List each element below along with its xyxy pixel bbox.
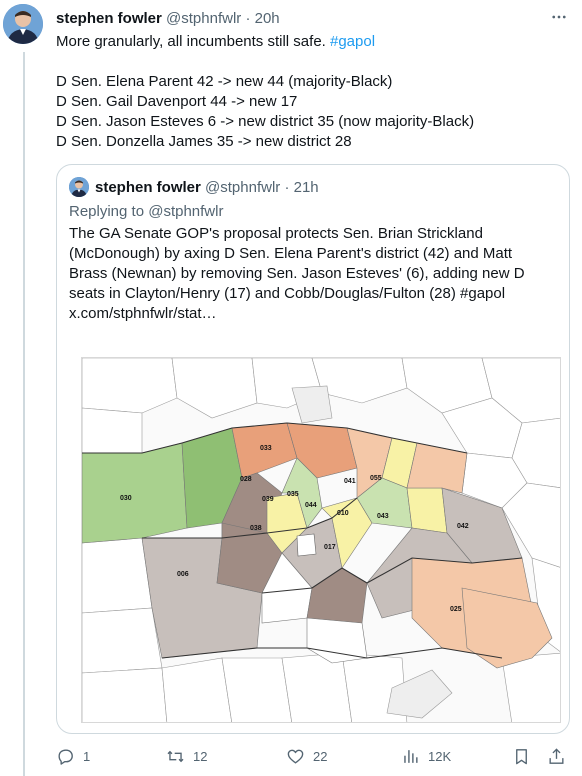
thread-connector-line <box>23 52 25 776</box>
district-label-030: 030 <box>120 495 132 502</box>
quoted-separator-dot: · <box>284 179 290 196</box>
district-label-042: 042 <box>457 523 469 530</box>
bookmark-icon <box>516 748 527 764</box>
more-horizontal-icon <box>552 15 566 19</box>
district-label-035: 035 <box>287 491 299 498</box>
district-label-041: 041 <box>344 478 356 485</box>
more-button[interactable] <box>548 6 570 28</box>
avatar-image <box>3 4 43 44</box>
author-handle[interactable]: @stphnfwlr <box>166 10 241 27</box>
district-label-025: 025 <box>450 606 462 613</box>
heart-icon <box>287 749 304 764</box>
quoted-tweet-card[interactable]: stephen fowler @stphnfwlr · 21h Replying… <box>56 164 570 734</box>
like-button[interactable]: 22 <box>286 744 327 768</box>
district-label-038: 038 <box>250 525 262 532</box>
district-043-area <box>406 487 448 534</box>
district-label-039: 039 <box>262 496 274 503</box>
quoted-author-name[interactable]: stephen fowler <box>95 179 201 196</box>
retweet-count: 12 <box>193 748 208 764</box>
quoted-avatar-image <box>69 177 89 197</box>
views-button[interactable]: 12K <box>401 744 451 768</box>
tweet-action-bar: 1 12 22 12K <box>56 744 570 768</box>
district-label-028: 028 <box>240 476 252 483</box>
reply-button[interactable]: 1 <box>56 744 90 768</box>
quoted-time[interactable]: 21h <box>294 179 319 196</box>
district-030-area <box>82 442 188 544</box>
tweet-time[interactable]: 20h <box>255 10 280 27</box>
quoted-text: The GA Senate GOP's proposal protects Se… <box>69 225 525 322</box>
district-label-006: 006 <box>177 571 189 578</box>
share-icon <box>549 747 564 764</box>
tweet-text-intro: More granularly, all incumbents still sa… <box>56 33 330 50</box>
tweet-text: More granularly, all incumbents still sa… <box>56 32 556 152</box>
retweet-button[interactable]: 12 <box>166 744 207 768</box>
tweet-text-lines: D Sen. Elena Parent 42 -> new 44 (majori… <box>56 73 475 150</box>
separator-dot: · <box>245 10 251 27</box>
district-label-055: 055 <box>370 475 382 482</box>
views-icon <box>404 749 418 763</box>
district-label-044: 044 <box>305 502 317 509</box>
like-count: 22 <box>313 748 328 764</box>
quoted-avatar[interactable] <box>69 177 89 197</box>
bookmark-button[interactable] <box>512 744 531 768</box>
district-map-image[interactable]: 033 028 030 039 035 038 044 041 055 043 010 017 042 0… <box>81 357 561 723</box>
retweet-icon <box>167 750 184 762</box>
district-east-peach-area <box>406 442 468 494</box>
district-label-017: 017 <box>324 544 336 551</box>
district-label-033: 033 <box>260 445 272 452</box>
replying-to-line: Replying to @stphnfwlr <box>69 203 224 220</box>
quoted-author-handle[interactable]: @stphnfwlr <box>205 179 280 196</box>
views-count: 12K <box>428 748 452 764</box>
avatar[interactable] <box>3 4 43 44</box>
district-label-043: 043 <box>377 513 389 520</box>
hashtag-link[interactable]: #gapol <box>330 33 375 50</box>
district-label-010: 010 <box>337 510 349 517</box>
reply-count: 1 <box>83 748 91 764</box>
reply-icon <box>58 748 73 765</box>
tweet-header: stephen fowler @stphnfwlr · 20h <box>56 9 280 28</box>
district-map: 033 028 030 039 035 038 044 041 055 043 010 017 042 0… <box>82 358 560 722</box>
share-button[interactable] <box>547 744 566 768</box>
author-name[interactable]: stephen fowler <box>56 10 162 27</box>
quoted-header: stephen fowler @stphnfwlr · 21h <box>95 178 319 197</box>
